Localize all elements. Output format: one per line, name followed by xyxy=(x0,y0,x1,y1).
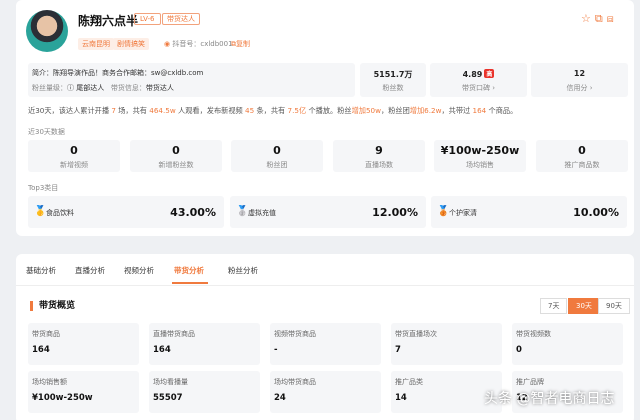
section-30d-label: 近30天数据 xyxy=(28,128,65,136)
high-badge: 高 xyxy=(484,69,495,78)
stat-reputation[interactable]: 4.89 高 带货口碑 › xyxy=(430,63,527,97)
profile-name: 陈翔六点半 xyxy=(78,14,139,28)
tag-location: 云南昆明 xyxy=(78,38,114,50)
star-icon[interactable]: ☆ xyxy=(581,12,595,25)
tab-basic[interactable]: 基础分析 xyxy=(26,265,56,276)
role-badge: 带货达人 xyxy=(162,13,200,25)
tab-video[interactable]: 视频分析 xyxy=(124,265,154,276)
medal-bronze-icon: 🥉 xyxy=(437,206,450,217)
level-badge: LV-6 xyxy=(134,13,161,25)
overview-title: 带货概览 xyxy=(30,301,75,311)
metric-live-goods: 直播带货商品 164 xyxy=(149,323,260,365)
watermark: 头条 @智者电商日志 xyxy=(484,391,615,407)
chevron-right-icon: › xyxy=(492,84,496,92)
tab-fans[interactable]: 粉丝分析 xyxy=(228,265,258,276)
metric-video-goods: 视频带货商品 - xyxy=(270,323,381,365)
intro-text: 简介：陈翔导演作品！商务合作邮箱：sw@cxldb.com xyxy=(32,69,204,77)
kpi-fan-club: 0 粉丝团 xyxy=(231,140,323,172)
help-icon[interactable]: ⓘ xyxy=(67,84,74,92)
intro-meta: 粉丝量级：ⓘ 尾部达人 带货信息：带货达人 xyxy=(32,84,174,92)
kpi-avg-sales: ¥100w-250w 场均销售 xyxy=(434,140,526,172)
medal-gold-icon: 🥇 xyxy=(34,206,47,217)
range-30d[interactable]: 30天 xyxy=(568,298,600,314)
copy-button[interactable]: ⧉复制 xyxy=(231,39,250,49)
metric-live-sessions: 带货直播场次 7 xyxy=(391,323,502,365)
stat-credit[interactable]: 12 信用分 › xyxy=(531,63,628,97)
avatar[interactable] xyxy=(26,10,68,52)
kpi-new-videos: 0 新增视频 xyxy=(28,140,120,172)
active-tab-indicator xyxy=(172,282,208,284)
top-actions: ☆⧉⧈ xyxy=(581,12,618,26)
chevron-right-icon: › xyxy=(589,84,593,92)
divider xyxy=(16,285,634,286)
medal-silver-icon: 🥈 xyxy=(236,206,249,217)
douyin-icon: ◉ xyxy=(164,40,171,48)
stat-fans: 5151.7万 粉丝数 xyxy=(360,63,426,97)
metric-avg-views: 场均看播量 55507 xyxy=(149,371,260,413)
export-icon[interactable]: ⧈ xyxy=(607,12,618,25)
category-item: 🥉 个护家清 10.00% xyxy=(431,196,627,228)
range-90d[interactable]: 90天 xyxy=(598,298,630,314)
tab-live[interactable]: 直播分析 xyxy=(75,265,105,276)
kpi-promo-products: 0 推广商品数 xyxy=(536,140,628,172)
top3-label: Top3类目 xyxy=(28,184,59,192)
summary-text: 近30天，该达人累计开播 7 场，共有 464.5w 人观看，发布新视频 45 … xyxy=(28,106,518,115)
category-item: 🥇 食品饮料 43.00% xyxy=(28,196,224,228)
kpi-new-fans: 0 新增粉丝数 xyxy=(130,140,222,172)
metric-avg-goods: 场均带货商品 24 xyxy=(270,371,381,413)
tab-goods[interactable]: 带货分析 xyxy=(174,265,204,276)
intro-box: 简介：陈翔导演作品！商务合作邮箱：sw@cxldb.com 粉丝量级：ⓘ 尾部达… xyxy=(28,63,355,97)
kpi-live-count: 9 直播场数 xyxy=(333,140,425,172)
range-7d[interactable]: 7天 xyxy=(540,298,568,314)
category-item: 🥈 虚拟充值 12.00% xyxy=(230,196,426,228)
share-icon[interactable]: ⧉ xyxy=(595,12,607,25)
douyin-id: ◉ 抖音号：cxldb001 xyxy=(164,40,233,48)
metric-avg-sales: 场均销售额 ¥100w-250w xyxy=(28,371,139,413)
metric-goods: 带货商品 164 xyxy=(28,323,139,365)
tag-category: 剧情搞笑 xyxy=(113,38,149,50)
metric-video-count: 带货视频数 0 xyxy=(512,323,623,365)
